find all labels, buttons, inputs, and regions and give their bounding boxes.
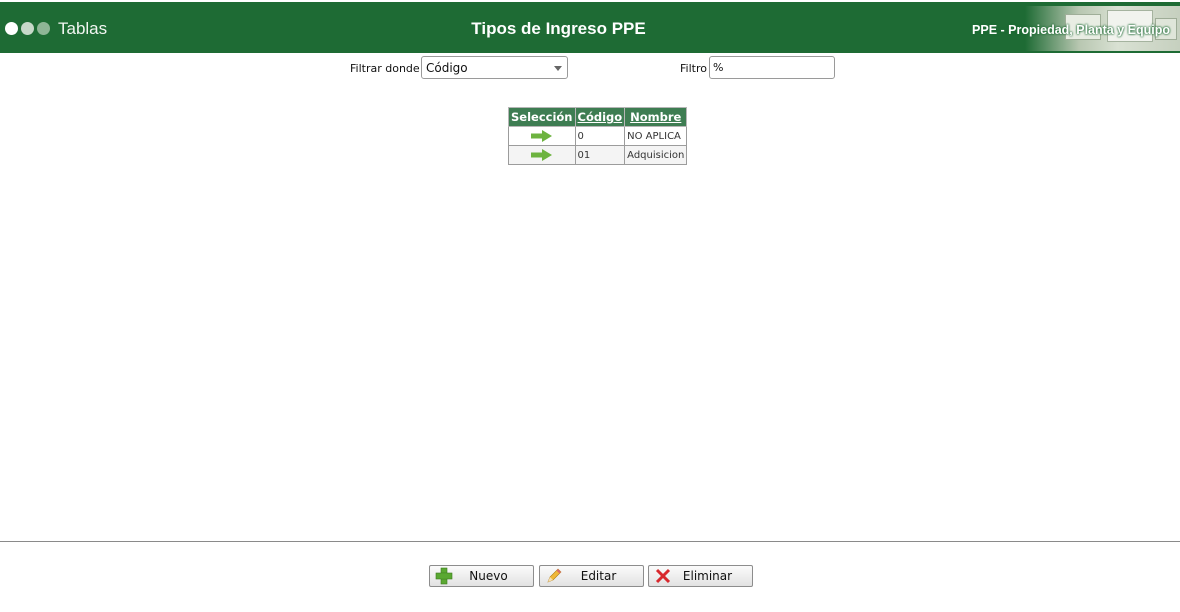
codigo-cell: 0 xyxy=(574,126,626,146)
filter-input[interactable] xyxy=(709,56,835,79)
arrow-right-icon[interactable] xyxy=(531,130,553,142)
select-cell[interactable] xyxy=(508,145,576,165)
chevron-down-icon xyxy=(554,66,562,71)
plus-icon xyxy=(434,567,454,585)
nombre-cell: Adquisicion xyxy=(624,145,688,165)
arrow-right-icon[interactable] xyxy=(531,149,553,161)
page-title: Tipos de Ingreso PPE xyxy=(471,19,646,38)
new-button[interactable]: Nuevo xyxy=(429,565,534,587)
delete-button-label: Eliminar xyxy=(682,569,733,583)
edit-button[interactable]: Editar xyxy=(539,565,644,587)
filter-field-value: Código xyxy=(426,61,468,75)
table-row: 0 NO APLICA xyxy=(508,126,688,146)
pencil-icon xyxy=(544,567,564,585)
column-header-seleccion: Selección xyxy=(508,107,576,127)
close-icon xyxy=(653,567,673,585)
delete-button[interactable]: Eliminar xyxy=(648,565,753,587)
codigo-cell: 01 xyxy=(574,145,626,165)
table-row: 01 Adquisicion xyxy=(508,145,688,165)
filter-field-select[interactable]: Código xyxy=(421,56,568,79)
filter-where-label: Filtrar donde xyxy=(350,62,420,75)
results-table: Selección Código Nombre 0 NO APLICA 01 A… xyxy=(508,107,688,165)
app-header: Tablas Tipos de Ingreso PPE PPE - Propie… xyxy=(0,2,1180,53)
footer-divider xyxy=(0,541,1180,542)
new-button-label: Nuevo xyxy=(469,569,508,583)
module-label: PPE - Propiedad, Planta y Equipo xyxy=(972,23,1170,37)
select-cell[interactable] xyxy=(508,126,576,146)
edit-button-label: Editar xyxy=(580,569,617,583)
nombre-cell: NO APLICA xyxy=(624,126,688,146)
filter-label: Filtro xyxy=(680,62,707,75)
column-header-codigo[interactable]: Código xyxy=(574,107,626,127)
column-header-nombre[interactable]: Nombre xyxy=(624,107,688,127)
